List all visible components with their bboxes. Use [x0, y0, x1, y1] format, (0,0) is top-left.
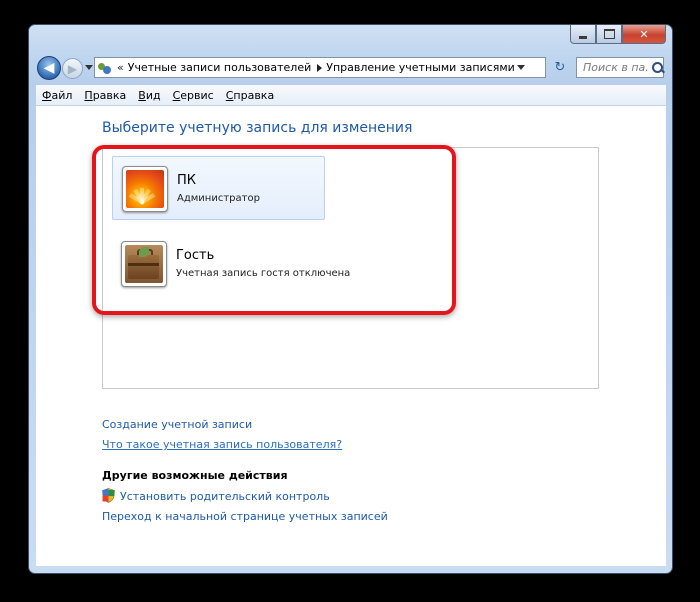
menu-help-label: правка: [233, 88, 275, 102]
maximize-button[interactable]: [596, 25, 622, 44]
back-button[interactable]: ◀: [37, 56, 61, 80]
menu-bar: Файл Правка Вид Сервис Справка: [36, 85, 666, 106]
search-box: [576, 57, 665, 78]
create-account-link[interactable]: Создание учетной записи: [102, 418, 252, 431]
search-input[interactable]: [583, 61, 649, 74]
maximize-icon: [603, 29, 615, 39]
menu-view[interactable]: Вид: [132, 89, 166, 102]
forward-button[interactable]: ▶: [62, 58, 83, 79]
minimize-icon: [579, 35, 587, 39]
highlight-frame: [92, 145, 456, 315]
address-overflow-chevron[interactable]: «: [117, 61, 124, 74]
menu-help[interactable]: Справка: [220, 89, 280, 102]
menu-edit-accel: П: [84, 88, 93, 102]
menu-tools[interactable]: Сервис: [167, 89, 220, 102]
close-button[interactable]: ✕: [622, 25, 666, 44]
refresh-button[interactable]: ↻: [550, 58, 570, 77]
menu-view-accel: В: [138, 88, 146, 102]
menu-tools-label: ервис: [180, 88, 214, 102]
shield-icon: [102, 488, 115, 503]
what-is-account-link[interactable]: Что такое учетная запись пользователя?: [102, 438, 342, 451]
goto-accounts-main-link[interactable]: Переход к начальной странице учетных зап…: [102, 510, 388, 523]
caption-buttons: ✕: [570, 25, 666, 45]
refresh-icon: ↻: [554, 60, 566, 75]
address-dropdown-icon[interactable]: [517, 65, 525, 70]
recent-pages-dropdown-icon[interactable]: [85, 65, 93, 70]
address-bar[interactable]: « Учетные записи пользователей Управлени…: [94, 57, 546, 78]
menu-edit[interactable]: Правка: [78, 89, 132, 102]
users-icon: [98, 61, 112, 75]
close-icon: ✕: [639, 27, 649, 41]
breadcrumb-user-accounts[interactable]: Учетные записи пользователей: [128, 61, 312, 74]
menu-edit-label: равка: [92, 88, 127, 102]
parental-control-link[interactable]: Установить родительский контроль: [120, 490, 330, 503]
search-icon[interactable]: [651, 61, 665, 75]
breadcrumb-separator-icon[interactable]: [317, 63, 323, 72]
forward-arrow-icon: ▶: [67, 61, 78, 76]
other-actions-heading: Другие возможные действия: [102, 469, 288, 482]
breadcrumb-manage-accounts[interactable]: Управление учетными записями: [326, 61, 515, 74]
page-title: Выберите учетную запись для изменения: [102, 120, 413, 136]
menu-file-label: айл: [51, 88, 73, 102]
minimize-button[interactable]: [570, 25, 596, 44]
menu-view-label: ид: [145, 88, 161, 102]
back-arrow-icon: ◀: [43, 60, 55, 76]
menu-file[interactable]: Файл: [36, 89, 78, 102]
